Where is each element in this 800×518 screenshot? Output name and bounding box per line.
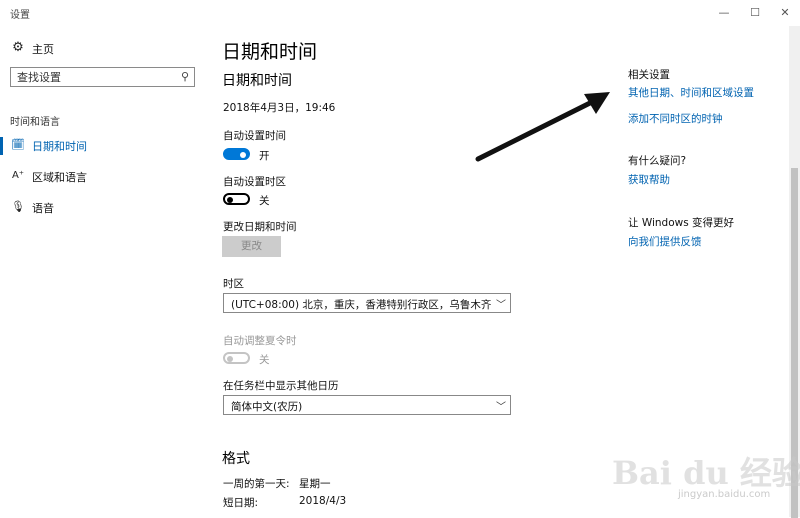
baidu-watermark: Bai du 经验 jingyan.baidu.com [612, 430, 800, 510]
watermark-sub: jingyan.baidu.com [678, 489, 771, 500]
watermark-text: Bai du 经验 [612, 454, 800, 492]
